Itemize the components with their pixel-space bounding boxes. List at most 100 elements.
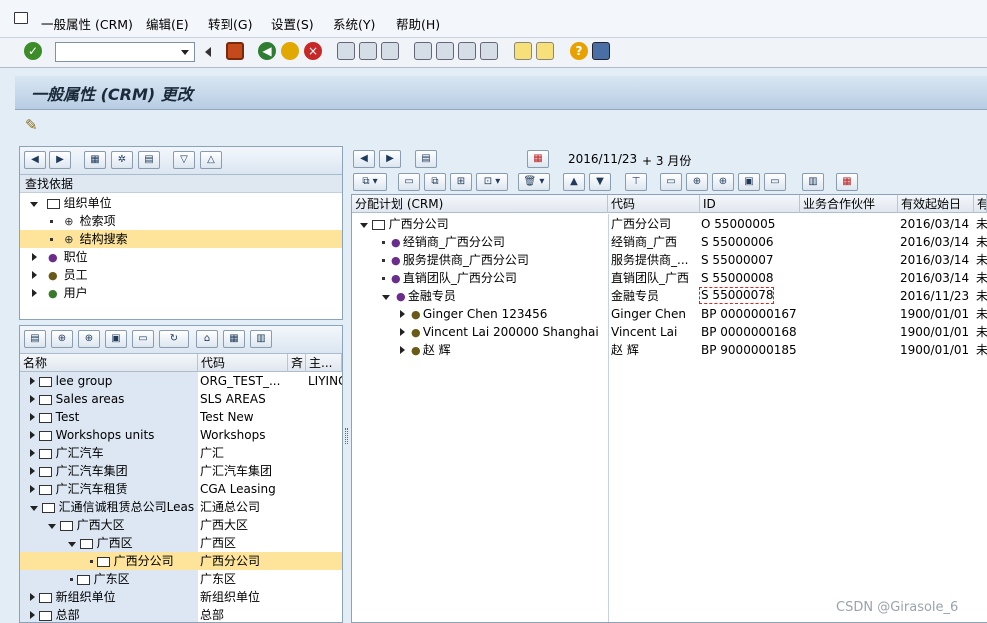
table-row[interactable]: Workshops units Workshops	[20, 426, 342, 444]
move-up-button[interactable]: ▲	[563, 173, 585, 191]
table-row[interactable]: ● 赵 辉 赵 辉 BP 9000000185 1900/01/01 未	[352, 341, 987, 359]
search-tool-button-3[interactable]: ▤	[138, 151, 160, 169]
table-row[interactable]: ● 金融专员 金融专员 S 55000078 2016/11/23 未	[352, 287, 987, 305]
collapse-arrow-icon[interactable]	[382, 295, 390, 300]
table-row[interactable]: 广西分公司 广西分公司 O 55000005 2016/03/14 未	[352, 215, 987, 233]
search-tool-button-1[interactable]: ▦	[84, 151, 106, 169]
find-next-icon[interactable]	[381, 42, 399, 60]
expand-button[interactable]: ▣	[738, 173, 760, 191]
col-assignment-plan[interactable]: 分配计划 (CRM)	[352, 195, 608, 213]
table-row[interactable]: ● 服务提供商_广西分公司 服务提供商_... S 55000007 2016/0…	[352, 251, 987, 269]
table-row-selected[interactable]: 广西分公司 广西分公司	[20, 552, 342, 570]
move-down-button[interactable]: ▼	[589, 173, 611, 191]
nav-forward-button[interactable]: ▶	[379, 150, 401, 168]
print-icon[interactable]	[337, 42, 355, 60]
expand-arrow-icon[interactable]	[30, 413, 35, 421]
expand-arrow-icon[interactable]	[30, 611, 35, 619]
settings-button[interactable]: ▦	[836, 173, 858, 191]
table-row[interactable]: lee group ORG_TEST_... LIYING	[20, 372, 342, 390]
row-id-focused[interactable]: S 55000078	[699, 287, 774, 304]
first-page-icon[interactable]	[414, 42, 432, 60]
col-x[interactable]: 斉	[288, 354, 306, 372]
menu-general-attributes[interactable]: 一般属性 (CRM)	[41, 14, 133, 33]
relation-button[interactable]: ⊡ ▾	[476, 173, 508, 191]
table-row[interactable]: Sales areas SLS AREAS	[20, 390, 342, 408]
cancel-icon[interactable]: ×	[304, 42, 322, 60]
tree-node-org-unit[interactable]: 组织单位	[20, 194, 342, 212]
table-row[interactable]: ● Vincent Lai 200000 Shanghai Vincent Lai…	[352, 323, 987, 341]
last-page-icon[interactable]	[480, 42, 498, 60]
copy-button[interactable]: ⧉ ▾	[353, 173, 387, 191]
nav-back-button[interactable]: ◀	[24, 151, 46, 169]
menu-goto[interactable]: 转到(G)	[208, 14, 252, 33]
hierarchy-button[interactable]: ⊤	[625, 173, 647, 191]
hit-tool-button-8[interactable]: ▦	[223, 330, 245, 348]
collapse-all-button[interactable]: △	[200, 151, 222, 169]
hit-find-button[interactable]: ⊕	[51, 330, 73, 348]
hit-tool-button-4[interactable]: ▣	[105, 330, 127, 348]
col-valid-to[interactable]: 有	[974, 195, 987, 213]
table-row[interactable]: 新组织单位 新组织单位	[20, 588, 342, 606]
help-icon[interactable]: ?	[570, 42, 588, 60]
expand-arrow-icon[interactable]	[32, 289, 37, 297]
columns-button[interactable]: ▥	[802, 173, 824, 191]
back-triangle-icon[interactable]	[205, 47, 211, 57]
nav-forward-button[interactable]: ▶	[49, 151, 71, 169]
layout-icon[interactable]	[592, 42, 610, 60]
expand-arrow-icon[interactable]	[400, 346, 405, 354]
table-row[interactable]: ● 直销团队_广西分公司 直销团队_广西 S 55000008 2016/03/1…	[352, 269, 987, 287]
col-valid-from[interactable]: 有效起始日	[898, 195, 974, 213]
search-tool-button-2[interactable]: ✲	[111, 151, 133, 169]
hit-tool-button-7[interactable]: ⌂	[196, 330, 218, 348]
table-row[interactable]: 总部 总部	[20, 606, 342, 622]
table-row[interactable]: Test Test New	[20, 408, 342, 426]
find-button[interactable]: ⊕	[686, 173, 708, 191]
next-page-icon[interactable]	[458, 42, 476, 60]
menu-help[interactable]: 帮助(H)	[396, 14, 440, 33]
table-row[interactable]: ● Ginger Chen 123456 Ginger Chen BP 00000…	[352, 305, 987, 323]
display-change-icon[interactable]: ✎	[25, 116, 43, 134]
expand-arrow-icon[interactable]	[400, 310, 405, 318]
expand-arrow-icon[interactable]	[30, 467, 35, 475]
menu-settings[interactable]: 设置(S)	[271, 14, 314, 33]
expand-arrow-icon[interactable]	[32, 271, 37, 279]
back-icon[interactable]: ◀	[258, 42, 276, 60]
col-name[interactable]: 名称	[20, 354, 198, 372]
menu-icon[interactable]	[14, 12, 28, 24]
collapse-arrow-icon[interactable]	[360, 223, 368, 228]
hit-refresh-button[interactable]: ↻	[159, 330, 189, 348]
vertical-splitter[interactable]	[343, 146, 351, 623]
calendar-button[interactable]: ▦	[527, 150, 549, 168]
col-id[interactable]: ID	[700, 195, 800, 213]
new-session-icon[interactable]	[514, 42, 532, 60]
table-row[interactable]: ● 经销商_广西分公司 经销商_广西 S 55000006 2016/03/14 …	[352, 233, 987, 251]
collapse-button[interactable]: ▭	[764, 173, 786, 191]
overview-list-button[interactable]: ▤	[415, 150, 437, 168]
find-icon[interactable]	[359, 42, 377, 60]
expand-arrow-icon[interactable]	[30, 202, 38, 207]
col-business-partner[interactable]: 业务合作伙伴	[800, 195, 898, 213]
command-field[interactable]	[55, 42, 195, 62]
table-row[interactable]: 广东区 广东区	[20, 570, 342, 588]
menu-edit[interactable]: 编辑(E)	[146, 14, 189, 33]
save-icon[interactable]	[226, 42, 244, 60]
table-row[interactable]: 广西区 广西区	[20, 534, 342, 552]
expand-arrow-icon[interactable]	[32, 253, 37, 261]
create-button[interactable]: ▭	[398, 173, 420, 191]
collapse-arrow-icon[interactable]	[48, 524, 56, 529]
expand-arrow-icon[interactable]	[400, 328, 405, 336]
tree-node-position[interactable]: ● 职位	[20, 248, 342, 266]
col-code[interactable]: 代码	[198, 354, 288, 372]
delete-button[interactable]: 🗑 ▾	[518, 173, 550, 191]
find-next-button[interactable]: ⊕	[712, 173, 734, 191]
tree-node-employee[interactable]: ● 员工	[20, 266, 342, 284]
collapse-arrow-icon[interactable]	[30, 506, 38, 511]
tree-node-user[interactable]: ● 用户	[20, 284, 342, 302]
enter-check-icon[interactable]: ✓	[24, 42, 42, 60]
tree-node-search-term[interactable]: ⊕ 检索项	[20, 212, 342, 230]
print-button[interactable]: ▭	[660, 173, 682, 191]
hit-tool-button-9[interactable]: ▥	[250, 330, 272, 348]
expand-arrow-icon[interactable]	[30, 395, 35, 403]
menu-system[interactable]: 系统(Y)	[333, 14, 375, 33]
expand-arrow-icon[interactable]	[30, 377, 35, 385]
